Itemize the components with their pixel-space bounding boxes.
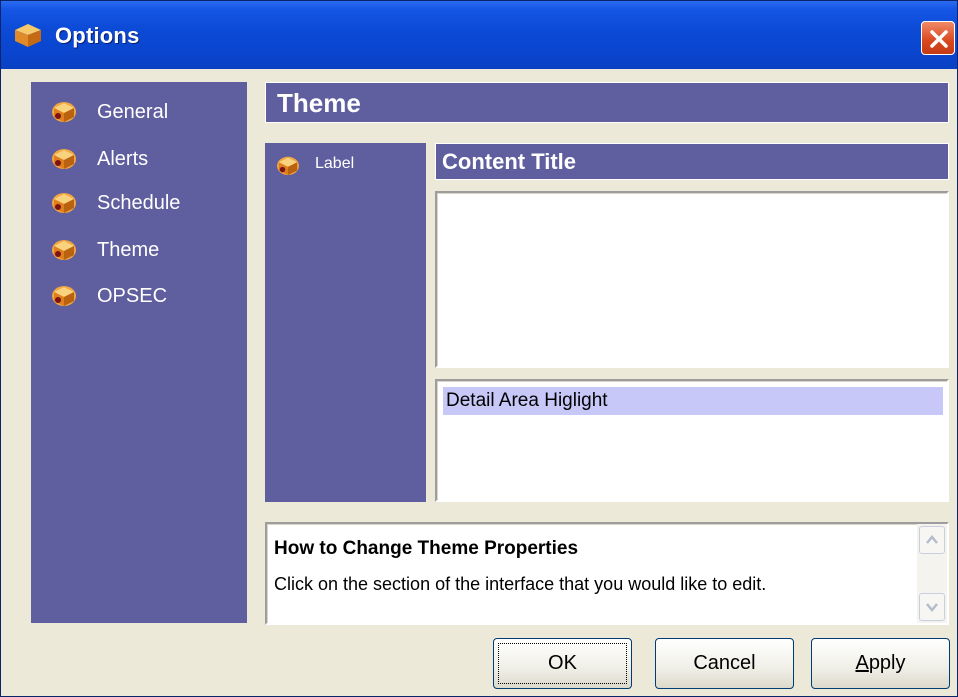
chevron-down-icon	[926, 603, 938, 612]
sidebar-item-general[interactable]: General	[51, 95, 241, 129]
sidebar-item-alerts[interactable]: Alerts	[51, 142, 241, 176]
scroll-down-button[interactable]	[919, 593, 945, 621]
sidebar-item-label: Alerts	[97, 148, 149, 170]
window-title: Options	[55, 23, 140, 48]
help-box: How to Change Theme Properties Click on …	[265, 522, 949, 625]
label-text: Label	[315, 155, 355, 172]
package-icon	[52, 286, 76, 306]
page-title-text: Theme	[277, 88, 361, 118]
help-scrollbar[interactable]	[917, 524, 947, 623]
options-dialog: Options General Alerts Schedule Theme OP…	[0, 0, 958, 697]
content-title-text: Content Title	[442, 149, 577, 174]
sidebar-item-opsec[interactable]: OPSEC	[51, 279, 241, 313]
close-button[interactable]	[921, 21, 955, 55]
detail-area-highlight[interactable]: Detail Area Higlight	[443, 387, 943, 415]
help-body: Click on the section of the interface th…	[274, 574, 767, 594]
sidebar-item-label: Schedule	[97, 192, 181, 214]
focus-rectangle	[498, 643, 627, 684]
sidebar-item-label: General	[97, 101, 169, 123]
options-sidebar: General Alerts Schedule Theme OPSEC	[31, 82, 247, 623]
sidebar-item-label: Theme	[97, 239, 160, 261]
sidebar-item-schedule[interactable]: Schedule	[51, 186, 241, 220]
title-bar[interactable]: Options	[1, 1, 957, 69]
package-icon	[52, 102, 76, 122]
apply-button[interactable]: Apply	[811, 638, 950, 689]
page-title[interactable]: Theme	[265, 82, 949, 123]
detail-area[interactable]: Detail Area Higlight	[435, 379, 949, 502]
label-panel[interactable]: Label	[265, 143, 426, 502]
scroll-up-button[interactable]	[919, 526, 945, 554]
package-icon	[52, 240, 76, 260]
close-icon	[930, 30, 948, 48]
package-icon	[277, 156, 299, 176]
package-icon	[15, 24, 41, 47]
package-icon	[52, 149, 76, 169]
content-area[interactable]	[435, 191, 949, 368]
apply-accelerator: A	[855, 652, 869, 674]
apply-button-label: pply	[868, 652, 906, 674]
content-title[interactable]: Content Title	[435, 143, 949, 180]
detail-highlight-text: Detail Area Higlight	[446, 390, 608, 411]
ok-button[interactable]: OK	[493, 638, 632, 689]
sidebar-item-theme[interactable]: Theme	[51, 233, 241, 267]
chevron-up-icon	[926, 535, 938, 544]
help-title: How to Change Theme Properties	[274, 538, 579, 559]
sidebar-item-label: OPSEC	[97, 285, 168, 307]
package-icon	[52, 193, 76, 213]
cancel-button-label: Cancel	[693, 652, 756, 674]
cancel-button[interactable]: Cancel	[655, 638, 794, 689]
